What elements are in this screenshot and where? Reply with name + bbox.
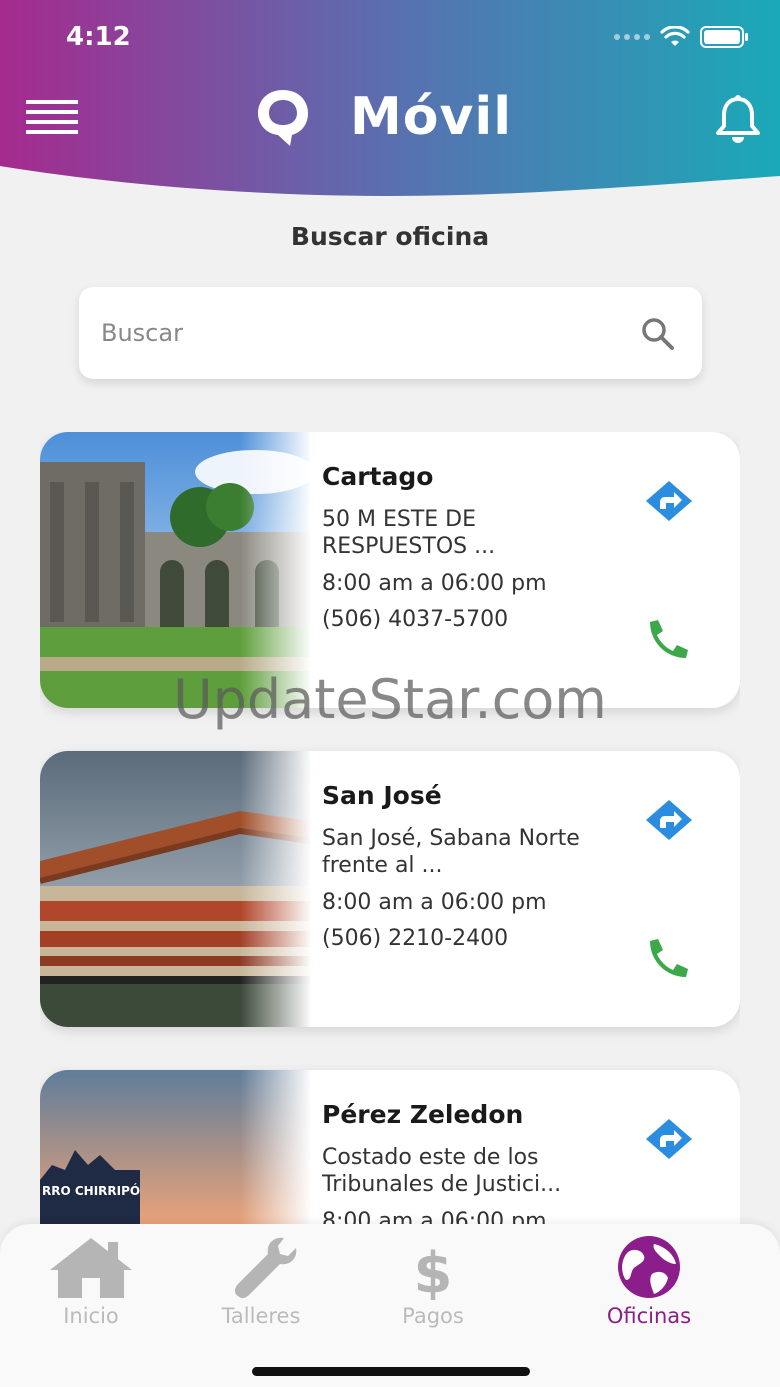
call-button[interactable]	[644, 618, 694, 660]
call-button[interactable]	[644, 937, 694, 979]
bottom-tab-bar: Inicio Talleres $ Pagos Oficinas	[0, 1224, 780, 1387]
home-indicator	[252, 1367, 530, 1376]
status-indicators	[614, 26, 750, 48]
office-hours: 8:00 am a 06:00 pm	[322, 571, 547, 596]
battery-icon	[700, 26, 748, 48]
globe-icon	[618, 1236, 680, 1298]
directions-icon	[646, 481, 692, 521]
office-card-cartago[interactable]: Cartago 50 M ESTE DE RESPUESTOS ... 8:00…	[40, 432, 740, 708]
cellular-signal-icon	[614, 34, 650, 40]
image-fade	[240, 751, 312, 1027]
tab-label: Talleres	[221, 1304, 301, 1328]
directions-icon	[646, 1119, 692, 1159]
status-time: 4:12	[66, 22, 131, 52]
office-address: Costado este de los Tribunales de Justic…	[322, 1145, 562, 1197]
wrench-icon	[235, 1237, 297, 1299]
phone-icon	[650, 939, 688, 977]
directions-icon	[646, 800, 692, 840]
hamburger-menu-icon	[26, 100, 78, 134]
q-logo-icon	[258, 90, 308, 146]
tab-pagos[interactable]: $ Pagos	[358, 1234, 508, 1328]
app-name: Móvil	[350, 87, 513, 147]
directions-button[interactable]	[644, 1118, 694, 1160]
tab-talleres[interactable]: Talleres	[186, 1234, 336, 1328]
app-header: 4:12 Móvil	[0, 0, 780, 200]
office-name: Cartago	[322, 462, 434, 491]
search-input[interactable]	[101, 309, 621, 357]
search-bar	[79, 287, 702, 379]
office-card-san-jose[interactable]: San José San José, Sabana Norte frente a…	[40, 751, 740, 1027]
image-fade	[240, 1070, 312, 1224]
page-title: Buscar oficina	[290, 222, 490, 251]
image-fade	[240, 432, 312, 708]
tab-inicio[interactable]: Inicio	[16, 1234, 166, 1328]
image-caption: RRO CHIRRIPÓ	[42, 1183, 140, 1198]
notifications-button[interactable]	[712, 94, 764, 144]
office-hours: 8:00 am a 06:00 pm	[322, 890, 547, 915]
home-icon	[50, 1238, 132, 1298]
office-name: San José	[322, 781, 442, 810]
tab-label: Inicio	[63, 1304, 119, 1328]
tab-oficinas[interactable]: Oficinas	[574, 1234, 724, 1328]
directions-button[interactable]	[644, 799, 694, 841]
office-list: Cartago 50 M ESTE DE RESPUESTOS ... 8:00…	[40, 432, 740, 1224]
office-phone: (506) 4037-5700	[322, 607, 509, 632]
office-name: Pérez Zeledon	[322, 1100, 524, 1129]
office-phone: (506) 2210-2400	[322, 926, 509, 951]
search-icon[interactable]	[640, 316, 676, 352]
wifi-icon	[660, 26, 690, 46]
tab-label: Oficinas	[606, 1304, 692, 1328]
watermark: UpdateStar.com	[173, 668, 607, 731]
phone-icon	[650, 620, 688, 658]
tab-label: Pagos	[402, 1304, 464, 1328]
office-address: San José, Sabana Norte frente al ...	[322, 826, 580, 878]
svg-text:$: $	[414, 1241, 453, 1300]
office-hours: 8:00 am a 06:00 pm	[322, 1209, 547, 1224]
directions-button[interactable]	[644, 480, 694, 522]
app-logo: Móvil	[254, 86, 512, 148]
office-card-perez-zeledon[interactable]: RRO CHIRRIPÓ Pérez Zeledon Costado este …	[40, 1070, 740, 1224]
dollar-icon: $	[414, 1241, 453, 1300]
office-address: 50 M ESTE DE RESPUESTOS ...	[322, 507, 496, 559]
bell-icon	[716, 95, 760, 143]
menu-button[interactable]	[26, 100, 80, 136]
